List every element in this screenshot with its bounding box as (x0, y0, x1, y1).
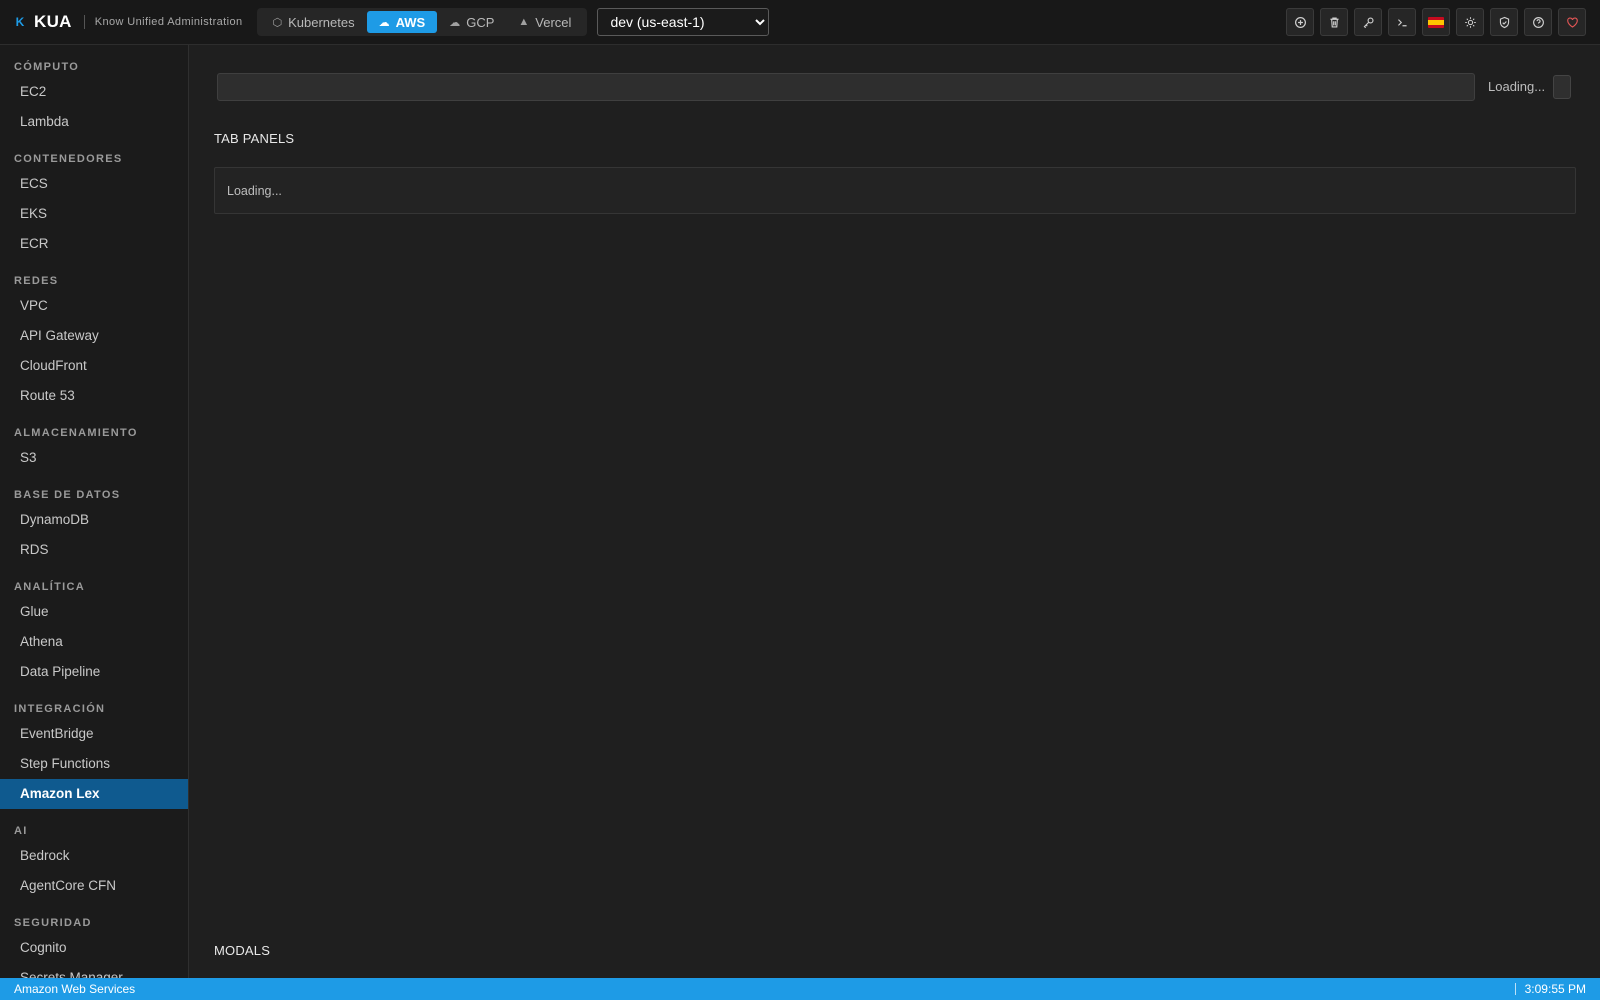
key-icon (1363, 16, 1374, 28)
security-button[interactable] (1490, 8, 1518, 36)
nav-group-title: CÓMPUTO (14, 61, 80, 73)
kua-logo-icon: K (15, 15, 25, 29)
panel-loading-text: Loading... (227, 184, 282, 198)
nav-group-title: BASE DE DATOS (14, 489, 121, 501)
sidebar-item-cloudfront[interactable]: CloudFront (0, 351, 188, 381)
brand[interactable]: K KUA Know Unified Administration (0, 0, 243, 45)
credentials-button[interactable] (1354, 8, 1382, 36)
trash-icon (1329, 16, 1339, 28)
loading-indicator: Loading... (1488, 79, 1546, 94)
sidebar-item-amazon-lex[interactable]: Amazon Lex (0, 779, 188, 809)
tab-gcp[interactable]: ☁ GCP (437, 11, 506, 33)
nav-group-title: REDES (14, 275, 59, 287)
tab-vercel[interactable]: ▲ Vercel (506, 11, 583, 33)
status-divider (1514, 983, 1516, 995)
nav-group-title: ANALÍTICA (14, 581, 85, 593)
sidebar-item-route-53[interactable]: Route 53 (0, 381, 188, 411)
cloud-upload-icon: ☁ (449, 16, 461, 29)
sidebar-item-eks[interactable]: EKS (0, 199, 188, 229)
status-right: 3:09:55 PM (1514, 982, 1600, 996)
brand-divider (83, 15, 85, 29)
toolbar (1286, 8, 1586, 36)
sidebar-item-ec2[interactable]: EC2 (0, 77, 188, 107)
sidebar-item-secrets-manager[interactable]: Secrets Manager (0, 963, 188, 978)
sidebar-item-lambda[interactable]: Lambda (0, 107, 188, 137)
sidebar-item-rds[interactable]: RDS (0, 535, 188, 565)
tab-kubernetes[interactable]: ⬡ Kubernetes (261, 11, 367, 33)
nav-group-title: AI (14, 825, 28, 837)
spain-flag-icon (1428, 16, 1444, 28)
sponsor-button[interactable] (1558, 8, 1586, 36)
sun-icon (1464, 16, 1476, 28)
status-clock: 3:09:55 PM (1524, 982, 1586, 996)
sidebar-item-agentcore-cfn[interactable]: AgentCore CFN (0, 871, 188, 901)
sidebar-item-bedrock[interactable]: Bedrock (0, 841, 188, 871)
sidebar-item-cognito[interactable]: Cognito (0, 933, 188, 963)
sidebar-item-step-functions[interactable]: Step Functions (0, 749, 188, 779)
nav-group-title: SEGURIDAD (14, 917, 92, 929)
terminal-button[interactable] (1388, 8, 1416, 36)
nav-group-title: INTEGRACIÓN (14, 703, 106, 715)
heart-icon (1566, 17, 1578, 28)
sidebar-item-dynamodb[interactable]: DynamoDB (0, 505, 188, 535)
sidebar: CÓMPUTO EC2 Lambda CONTENEDORES ECS EKS … (0, 45, 189, 978)
filter-input[interactable] (217, 73, 1475, 101)
app-name: KUA (34, 12, 72, 31)
modals-heading: MODALS (214, 943, 271, 958)
top-bar: K KUA Know Unified Administration ⬡ Kube… (0, 0, 1600, 45)
add-context-icon (1294, 16, 1306, 28)
tab-aws[interactable]: ☁ AWS (366, 11, 438, 33)
tab-label: GCP (466, 14, 495, 30)
add-context-button[interactable] (1286, 8, 1314, 36)
theme-toggle-button[interactable] (1456, 8, 1484, 36)
shield-icon (1499, 16, 1509, 28)
cloud-icon: ☁ (378, 16, 390, 29)
environment-select[interactable]: dev (us-east-1) (597, 8, 770, 36)
status-provider: Amazon Web Services (14, 982, 136, 996)
filter-row: Loading... (217, 73, 1571, 101)
triangle-icon: ▲ (518, 16, 530, 28)
language-button[interactable] (1422, 8, 1450, 36)
help-button[interactable] (1524, 8, 1552, 36)
refresh-button[interactable] (1553, 75, 1571, 99)
status-bar: Amazon Web Services 3:09:55 PM (0, 978, 1600, 1000)
sidebar-item-s3[interactable]: S3 (0, 443, 188, 473)
sidebar-item-vpc[interactable]: VPC (0, 291, 188, 321)
sidebar-item-eventbridge[interactable]: EventBridge (0, 719, 188, 749)
delete-button[interactable] (1320, 8, 1348, 36)
sidebar-item-data-pipeline[interactable]: Data Pipeline (0, 657, 188, 687)
nav-group-title: CONTENEDORES (14, 153, 123, 165)
help-icon (1532, 16, 1544, 28)
tab-label: AWS (395, 14, 426, 30)
main-content: Loading... TAB PANELS Loading... MODALS (190, 45, 1600, 978)
tab-panel: Loading... (214, 167, 1576, 214)
sidebar-item-glue[interactable]: Glue (0, 597, 188, 627)
cube-icon: ⬡ (272, 16, 283, 29)
sidebar-item-api-gateway[interactable]: API Gateway (0, 321, 188, 351)
app-subtitle: Know Unified Administration (94, 16, 243, 28)
sidebar-item-ecs[interactable]: ECS (0, 169, 188, 199)
tab-label: Kubernetes (288, 14, 355, 30)
provider-tabs: ⬡ Kubernetes ☁ AWS ☁ GCP ▲ Vercel (256, 8, 588, 36)
terminal-icon (1397, 18, 1407, 26)
nav-group-title: ALMACENAMIENTO (14, 427, 138, 439)
sidebar-item-ecr[interactable]: ECR (0, 229, 188, 259)
sidebar-item-athena[interactable]: Athena (0, 627, 188, 657)
tab-panels-heading: TAB PANELS (214, 131, 295, 146)
tab-label: Vercel (535, 14, 572, 30)
